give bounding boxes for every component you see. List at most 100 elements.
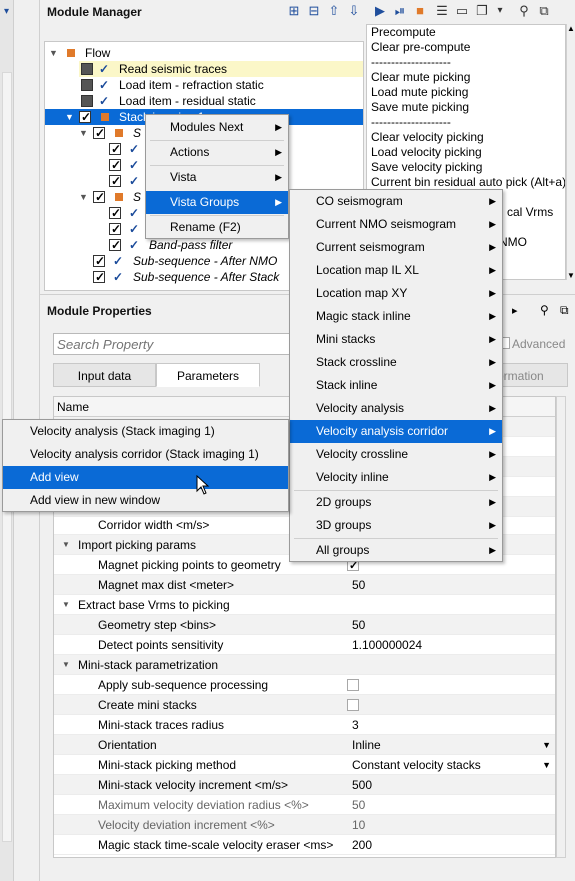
menu-item-stack-crossline[interactable]: Stack crossline ▶ [290, 351, 502, 374]
action-load-mute[interactable]: Load mute picking [367, 85, 565, 100]
action-precompute[interactable]: Precompute [367, 25, 565, 40]
create-mini-stacks-checkbox[interactable] [347, 699, 359, 711]
scroll-down-icon[interactable]: ▼ [567, 271, 575, 280]
checkbox[interactable]: ✓ [109, 174, 121, 188]
checkbox[interactable]: ✓ [93, 270, 105, 284]
collapse-icon[interactable]: ▼ [62, 595, 70, 615]
menu-item-add-view[interactable]: Add view [3, 466, 288, 489]
grid-row-velocity-increment[interactable]: Mini-stack velocity increment <m/s> 500 [54, 775, 555, 795]
menu-item-magic-stack-inline[interactable]: Magic stack inline ▶ [290, 305, 502, 328]
checkbox[interactable] [81, 63, 93, 75]
grid-row-magnet-max-dist[interactable]: Magnet max dist <meter> 50 [54, 575, 555, 595]
properties-menu-icon[interactable]: ▸ [512, 304, 518, 317]
menu-item-location-map-il-xl[interactable]: Location map IL XL ▶ [290, 259, 502, 282]
grid-group-mini-stack[interactable]: ▼ Mini-stack parametrization [54, 655, 555, 675]
menu-item-2d-groups[interactable]: 2D groups ▶ [290, 491, 502, 514]
action-residual-autopick[interactable]: Current bin residual auto pick (Alt+a) [367, 175, 565, 190]
menu-item-current-nmo-seismogram[interactable]: Current NMO seismogram ▶ [290, 213, 502, 236]
run-step-icon[interactable]: ⏯ [392, 3, 408, 19]
checkbox[interactable]: ✓ [109, 142, 121, 156]
tab-input-data[interactable]: Input data [53, 363, 156, 387]
menu-item-current-seismogram[interactable]: Current seismogram ▶ [290, 236, 502, 259]
action-save-mute[interactable]: Save mute picking [367, 100, 565, 115]
checkbox[interactable]: ✓ [109, 238, 121, 252]
action-clear-velocity[interactable]: Clear velocity picking [367, 130, 565, 145]
grid-row-apply-subsequence[interactable]: Apply sub-sequence processing [54, 675, 555, 695]
checkbox[interactable] [81, 79, 93, 91]
menu-item-modules-next[interactable]: Modules Next ▶ [146, 116, 288, 139]
action-clear-mute[interactable]: Clear mute picking [367, 70, 565, 85]
grid-row-create-mini-stacks[interactable]: Create mini stacks [54, 695, 555, 715]
toolbar-menu-icon[interactable]: ▾ [492, 3, 508, 19]
move-up-icon[interactable]: ⇧ [326, 3, 342, 19]
float-icon[interactable]: ⧉ [536, 3, 552, 19]
tab-information[interactable]: ormation [494, 363, 568, 387]
run-icon[interactable]: ▶ [372, 3, 388, 19]
dropdown-arrow-icon[interactable]: ▼ [542, 755, 551, 775]
move-down-icon[interactable]: ⇩ [346, 3, 362, 19]
checkbox[interactable] [81, 95, 93, 107]
collapse-icon[interactable]: ▼ [62, 655, 70, 675]
menu-item-velocity-inline[interactable]: Velocity inline ▶ [290, 466, 502, 489]
action-save-velocity[interactable]: Save velocity picking [367, 160, 565, 175]
copy-icon[interactable]: ❐ [474, 3, 490, 19]
checkbox[interactable]: ✓ [79, 110, 91, 124]
menu-item-velocity-analysis-view[interactable]: Velocity analysis (Stack imaging 1) [3, 420, 288, 443]
checkbox[interactable]: ✓ [109, 206, 121, 220]
checkbox[interactable]: ✓ [93, 254, 105, 268]
dock-dropdown-icon[interactable]: ▾ [4, 6, 9, 17]
properties-pin-icon[interactable]: ⚲ [540, 303, 549, 317]
add-module-icon[interactable]: ⊞ [286, 3, 302, 19]
pin-icon[interactable]: ⚲ [516, 3, 532, 19]
list-icon[interactable]: ☰ [434, 3, 450, 19]
menu-item-co-seismogram[interactable]: CO seismogram ▶ [290, 190, 502, 213]
tree-row-read-seismic[interactable]: ✓ Read seismic traces [79, 61, 363, 77]
properties-scrollbar[interactable] [556, 396, 566, 858]
menu-item-vista-groups[interactable]: Vista Groups ▶ [146, 191, 288, 214]
tree-row-residual-static[interactable]: ✓ Load item - residual static [79, 93, 363, 109]
grid-row-traces-radius[interactable]: Mini-stack traces radius 3 [54, 715, 555, 735]
action-load-velocity[interactable]: Load velocity picking [367, 145, 565, 160]
collapse-icon[interactable]: ▼ [79, 189, 88, 205]
tree-row-subsequence-1[interactable]: ▼ ✓ S [79, 125, 149, 141]
menu-item-stack-inline[interactable]: Stack inline ▶ [290, 374, 502, 397]
tab-parameters[interactable]: Parameters [156, 363, 260, 387]
actions-scrollbar[interactable]: ▲ ▼ [566, 24, 575, 280]
menu-item-3d-groups[interactable]: 3D groups ▶ [290, 514, 502, 537]
menu-item-velocity-analysis[interactable]: Velocity analysis ▶ [290, 397, 502, 420]
menu-item-velocity-analysis-corridor-view[interactable]: Velocity analysis corridor (Stack imagin… [3, 443, 288, 466]
tree-row-child[interactable]: ✓ ✓ [109, 221, 149, 237]
scroll-up-icon[interactable]: ▲ [567, 24, 575, 33]
tree-row-refraction-static[interactable]: ✓ Load item - refraction static [79, 77, 363, 93]
grid-row-deviation-increment[interactable]: Velocity deviation increment <%> 10 [54, 815, 555, 835]
grid-row-geometry-step[interactable]: Geometry step <bins> 50 [54, 615, 555, 635]
tree-row-flow[interactable]: ▼ Flow [45, 45, 363, 61]
menu-item-add-view-new-window[interactable]: Add view in new window [3, 489, 288, 512]
remove-module-icon[interactable]: ⊟ [306, 3, 322, 19]
grid-group-extract-vrms[interactable]: ▼ Extract base Vrms to picking [54, 595, 555, 615]
tree-row-child[interactable]: ✓ ✓ [109, 141, 149, 157]
checkbox[interactable]: ✓ [93, 190, 105, 204]
collapse-icon[interactable]: ▼ [65, 109, 74, 125]
checkbox[interactable]: ✓ [93, 126, 105, 140]
tree-row-child[interactable]: ✓ ✓ [109, 205, 149, 221]
menu-item-mini-stacks[interactable]: Mini stacks ▶ [290, 328, 502, 351]
menu-item-velocity-crossline[interactable]: Velocity crossline ▶ [290, 443, 502, 466]
clipboard-icon[interactable]: ▭ [454, 3, 470, 19]
action-clear-precompute[interactable]: Clear pre-compute [367, 40, 565, 55]
menu-item-velocity-analysis-corridor[interactable]: Velocity analysis corridor ▶ [290, 420, 502, 443]
collapse-icon[interactable]: ▼ [62, 535, 70, 555]
tree-row-subsequence-2[interactable]: ▼ ✓ S [79, 189, 149, 205]
dropdown-arrow-icon[interactable]: ▼ [542, 735, 551, 755]
menu-item-rename[interactable]: Rename (F2) [146, 216, 288, 239]
menu-item-vista[interactable]: Vista ▶ [146, 166, 288, 189]
grid-row-max-deviation[interactable]: Maximum velocity deviation radius <%> 50 [54, 795, 555, 815]
menu-item-location-map-xy[interactable]: Location map XY ▶ [290, 282, 502, 305]
collapse-icon[interactable]: ▼ [79, 125, 88, 141]
grid-row-orientation[interactable]: Orientation Inline ▼ [54, 735, 555, 755]
grid-row-detect-sensitivity[interactable]: Detect points sensitivity 1.100000024 [54, 635, 555, 655]
tree-row-child[interactable]: ✓ ✓ [109, 173, 149, 189]
grid-row-velocity-eraser[interactable]: Magic stack time-scale velocity eraser <… [54, 835, 555, 855]
checkbox[interactable]: ✓ [109, 222, 121, 236]
menu-item-actions[interactable]: Actions ▶ [146, 141, 288, 164]
